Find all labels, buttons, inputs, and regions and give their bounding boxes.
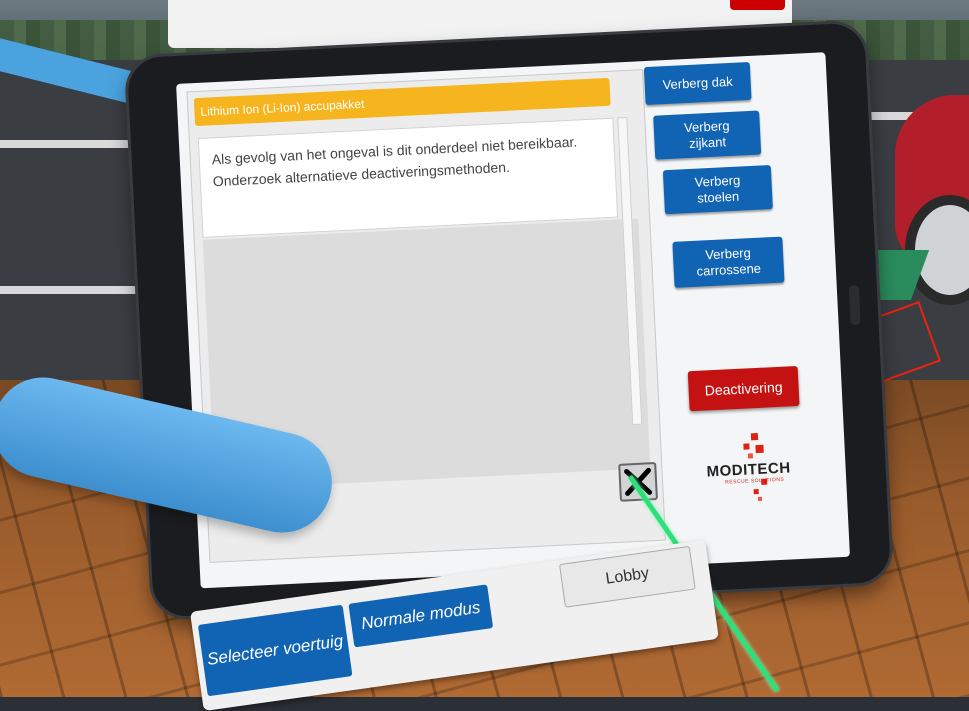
hide-side-button[interactable]: Verberg zijkant	[653, 110, 762, 160]
select-vehicle-button[interactable]: Selecteer voertuig	[197, 604, 353, 697]
component-message: Als gevolg van het ongeval is dit onderd…	[197, 117, 619, 238]
tablet-home-button	[848, 284, 861, 326]
moditech-logo: MODITECH RESCUE SOLUTIONS	[699, 428, 813, 513]
deactivate-button[interactable]: Deactivering	[687, 365, 800, 412]
normal-mode-button[interactable]: Normale modus	[348, 584, 494, 648]
tablet: Lithium Ion (Li-Ion) accupakket Als gevo…	[126, 22, 892, 618]
component-title: Lithium Ion (Li-Ion) accupakket	[193, 77, 611, 127]
top-panel-indicator	[730, 0, 785, 10]
hide-body-button[interactable]: Verberg carrossene	[672, 236, 785, 288]
hide-seats-button[interactable]: Verberg stoelen	[662, 165, 773, 215]
lane-marking	[0, 286, 140, 294]
close-button[interactable]	[618, 461, 658, 502]
hide-roof-button[interactable]: Verberg dak	[643, 61, 752, 106]
lane-marking	[0, 140, 140, 148]
